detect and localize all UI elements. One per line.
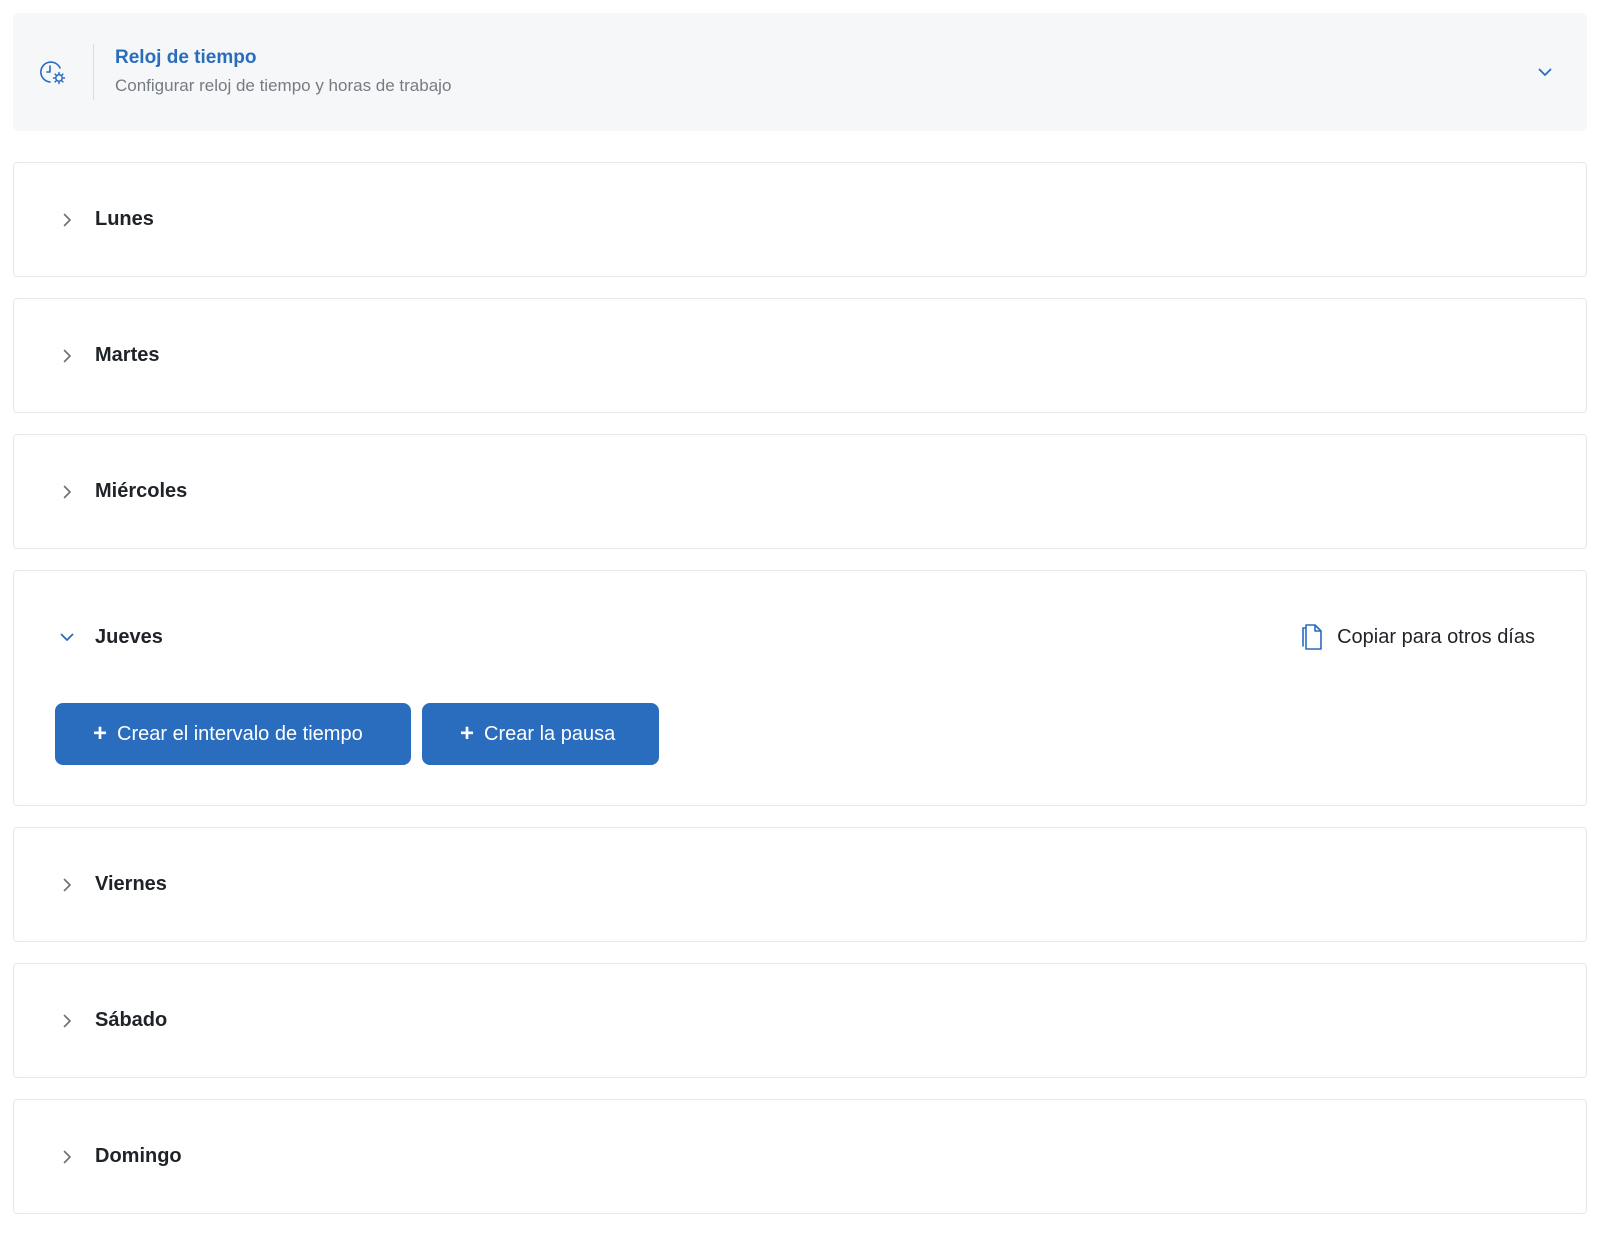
day-label: Viernes [95,873,167,895]
copy-icon [1299,622,1325,652]
chevron-right-icon [55,1145,79,1169]
day-toggle-domingo[interactable]: Domingo [14,1100,1586,1213]
day-label: Sábado [95,1009,168,1031]
weekday-list: Lunes Martes Miércoles Jueves Copiar par… [13,162,1587,1214]
day-card-lunes: Lunes [13,162,1587,277]
day-toggle-jueves[interactable]: Jueves Copiar para otros días [14,571,1586,703]
day-card-sabado: Sábado [13,963,1587,1078]
day-card-jueves: Jueves Copiar para otros días + Crear el… [13,570,1587,806]
day-card-martes: Martes [13,298,1587,413]
time-clock-header[interactable]: Reloj de tiempo Configurar reloj de tiem… [13,13,1587,131]
day-toggle-viernes[interactable]: Viernes [14,828,1586,941]
copy-label: Copiar para otros días [1337,625,1535,648]
day-label: Lunes [95,208,154,230]
day-label: Jueves [95,625,163,648]
chevron-down-icon[interactable] [1533,60,1557,84]
day-card-domingo: Domingo [13,1099,1587,1214]
header-text: Reloj de tiempo Configurar reloj de tiem… [94,46,451,98]
day-card-viernes: Viernes [13,827,1587,942]
day-body-jueves: + Crear el intervalo de tiempo + Crear l… [14,703,1586,805]
page-subtitle: Configurar reloj de tiempo y horas de tr… [115,76,452,95]
chevron-right-icon [55,480,79,504]
day-toggle-sabado[interactable]: Sábado [14,964,1586,1077]
day-toggle-martes[interactable]: Martes [14,299,1586,412]
create-time-interval-button[interactable]: + Crear el intervalo de tiempo [55,703,411,765]
create-interval-label: Crear el intervalo de tiempo [117,722,363,745]
day-label: Domingo [95,1145,182,1167]
chevron-down-icon [55,625,79,649]
day-label: Miércoles [95,480,188,502]
chevron-right-icon [55,208,79,232]
day-label: Martes [95,344,160,366]
page-title: Reloj de tiempo [115,47,257,68]
plus-icon: + [93,720,108,747]
chevron-right-icon [55,1009,79,1033]
day-toggle-miercoles[interactable]: Miércoles [14,435,1586,548]
plus-icon: + [460,720,475,747]
chevron-right-icon [55,344,79,368]
time-clock-settings-page: Reloj de tiempo Configurar reloj de tiem… [0,0,1600,1257]
clock-settings-icon [13,44,94,100]
create-pause-button[interactable]: + Crear la pausa [422,703,659,765]
chevron-right-icon [55,873,79,897]
create-pause-label: Crear la pausa [484,722,616,745]
copy-to-other-days-button[interactable]: Copiar para otros días [1299,622,1535,652]
day-toggle-lunes[interactable]: Lunes [14,163,1586,276]
day-card-miercoles: Miércoles [13,434,1587,549]
